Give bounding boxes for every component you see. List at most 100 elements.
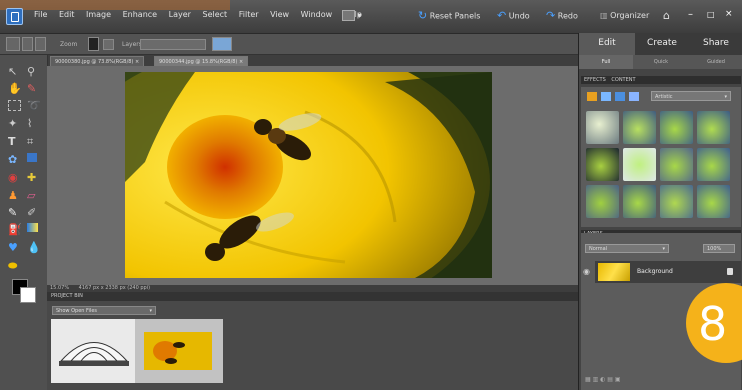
document-tabs: 90000380.jpg @ 73.8%(RGB/8) × 90000344.j… <box>47 55 578 68</box>
content-tab[interactable]: CONTENT <box>611 77 635 83</box>
lasso-tool-icon[interactable]: ➰ <box>27 99 41 112</box>
tool-options-bar: Zoom Layers <box>0 34 578 55</box>
cookie-cutter-tool-icon[interactable]: ✿ <box>8 153 22 166</box>
canvas-area[interactable] <box>47 66 578 285</box>
shape-tool-icon[interactable]: ♥ <box>8 241 22 254</box>
project-thumb-2[interactable] <box>135 319 223 383</box>
background-accent <box>0 0 230 10</box>
effect-thumb-2[interactable] <box>623 111 656 144</box>
effect-thumb-12[interactable] <box>697 185 730 218</box>
marquee-tool-icon[interactable] <box>8 100 21 111</box>
layer-styles-icon[interactable] <box>601 92 611 101</box>
zoom-option-label: Zoom <box>60 41 78 48</box>
menu-filter[interactable]: Filter <box>239 10 259 19</box>
tab-share[interactable]: Share <box>689 33 742 55</box>
chevron-down-icon: ▾ <box>724 94 727 100</box>
clone-stamp-tool-icon[interactable]: ♟ <box>8 189 22 202</box>
opacity-field[interactable]: 100% <box>703 244 735 253</box>
subtab-quick[interactable]: Quick <box>634 55 688 69</box>
effect-thumb-8[interactable] <box>697 148 730 181</box>
project-bin-select[interactable]: Show Open Files ▾ <box>52 306 156 315</box>
reset-panels-label: Reset Panels <box>429 11 481 21</box>
app-logo-icon[interactable] <box>6 8 23 25</box>
gradient-tool-icon[interactable] <box>27 223 38 232</box>
menu-select[interactable]: Select <box>203 10 228 19</box>
eraser-tool-icon[interactable]: ▱ <box>27 189 41 202</box>
effect-thumb-5[interactable] <box>586 148 619 181</box>
effects-filter-select[interactable]: Artistic ▾ <box>651 91 731 101</box>
subtab-guided[interactable]: Guided <box>689 55 742 69</box>
effect-thumb-7[interactable] <box>660 148 693 181</box>
eyedropper-tool-icon[interactable]: ✎ <box>27 82 41 95</box>
option-checkbox[interactable] <box>103 39 114 50</box>
reset-icon: ↻ <box>418 9 428 22</box>
background-color-swatch[interactable] <box>20 287 36 303</box>
filters-icon[interactable] <box>587 92 597 101</box>
close-icon[interactable]: × <box>725 9 733 19</box>
zoom-out-option[interactable] <box>35 37 46 51</box>
effect-thumb-6[interactable] <box>623 148 656 181</box>
layers-option-label: Layers <box>122 41 142 48</box>
magic-wand-tool-icon[interactable]: ✦ <box>8 117 22 130</box>
tab-edit[interactable]: Edit <box>579 33 635 55</box>
menu-view[interactable]: View <box>270 10 289 19</box>
zoom-in-option[interactable] <box>22 37 33 51</box>
option-field[interactable] <box>140 39 206 50</box>
smart-brush-tool-icon[interactable]: ✐ <box>27 206 41 219</box>
menu-image[interactable]: Image <box>86 10 111 19</box>
edit-subtabs: Full Quick Guided <box>579 55 742 69</box>
effect-thumb-3[interactable] <box>660 111 693 144</box>
menu-list: File Edit Image Enhance Layer Select Fil… <box>34 10 371 19</box>
menu-file[interactable]: File <box>34 10 47 19</box>
paint-bucket-tool-icon[interactable]: ⛽ <box>8 223 22 236</box>
tool-preset-picker[interactable] <box>6 37 20 51</box>
undo-icon: ↶ <box>497 9 507 22</box>
healing-brush-tool-icon[interactable]: ✚ <box>27 171 41 184</box>
home-icon[interactable]: ⌂ <box>663 8 670 24</box>
effect-thumb-4[interactable] <box>697 111 730 144</box>
workspace-button[interactable]: ▾ <box>342 8 362 24</box>
document-photo[interactable] <box>125 72 492 278</box>
layer-name: Background <box>637 268 673 275</box>
minimize-icon[interactable]: – <box>688 9 693 20</box>
sponge-tool-icon[interactable]: ⬬ <box>8 259 22 272</box>
project-thumb-1[interactable] <box>51 319 137 383</box>
blur-tool-icon[interactable]: 💧 <box>27 241 41 254</box>
effects-tab[interactable]: EFFECTS <box>584 77 606 83</box>
fit-screen-button[interactable] <box>212 37 232 51</box>
menu-layer[interactable]: Layer <box>169 10 191 19</box>
crop-tool-icon[interactable]: ⌗ <box>27 135 41 148</box>
chevron-down-icon: ▾ <box>149 308 152 314</box>
maximize-icon[interactable]: □ <box>707 10 715 19</box>
effect-thumb-1[interactable] <box>586 111 619 144</box>
undo-button[interactable]: ↶ Undo <box>497 8 530 24</box>
reset-panels-button[interactable]: ↻ Reset Panels <box>418 8 480 24</box>
hand-tool-icon[interactable]: ✋ <box>8 82 22 95</box>
effect-thumb-9[interactable] <box>586 185 619 218</box>
menu-window[interactable]: Window <box>301 10 333 19</box>
effect-thumb-10[interactable] <box>623 185 656 218</box>
brush-select-tool-icon[interactable]: ⌇ <box>27 117 41 130</box>
brush-tool-icon[interactable]: ✎ <box>8 206 22 219</box>
visibility-eye-icon[interactable]: ◉ <box>583 267 590 276</box>
organizer-button[interactable]: ▥ Organizer <box>600 8 649 24</box>
type-tool-icon[interactable]: T <box>8 135 22 148</box>
menu-edit[interactable]: Edit <box>59 10 75 19</box>
move-tool-icon[interactable]: ↖ <box>8 65 22 78</box>
red-eye-tool-icon[interactable]: ◉ <box>8 171 22 184</box>
blend-mode-select[interactable]: Normal ▾ <box>585 244 669 253</box>
show-all-icon[interactable] <box>629 92 639 101</box>
layer-row-background[interactable]: Background <box>595 261 741 283</box>
menu-enhance[interactable]: Enhance <box>123 10 158 19</box>
photo-effects-icon[interactable] <box>615 92 625 101</box>
tab-create[interactable]: Create <box>635 33 689 55</box>
project-bin: PROJECT BIN Show Open Files ▾ <box>47 292 578 390</box>
doc-tab-1-label: 90000380.jpg @ 73.8%(RGB/8) <box>55 59 134 65</box>
zoom-tool-icon[interactable]: ⚲ <box>27 65 41 78</box>
effect-thumb-11[interactable] <box>660 185 693 218</box>
zoom-value-control[interactable] <box>88 37 99 51</box>
redo-button[interactable]: ↷ Redo <box>546 8 578 24</box>
subtab-full[interactable]: Full <box>579 55 633 69</box>
layers-footer-icons[interactable]: ▦ ▥ ◐ ▤ ▣ <box>585 376 735 384</box>
straighten-tool-icon[interactable] <box>27 153 37 162</box>
